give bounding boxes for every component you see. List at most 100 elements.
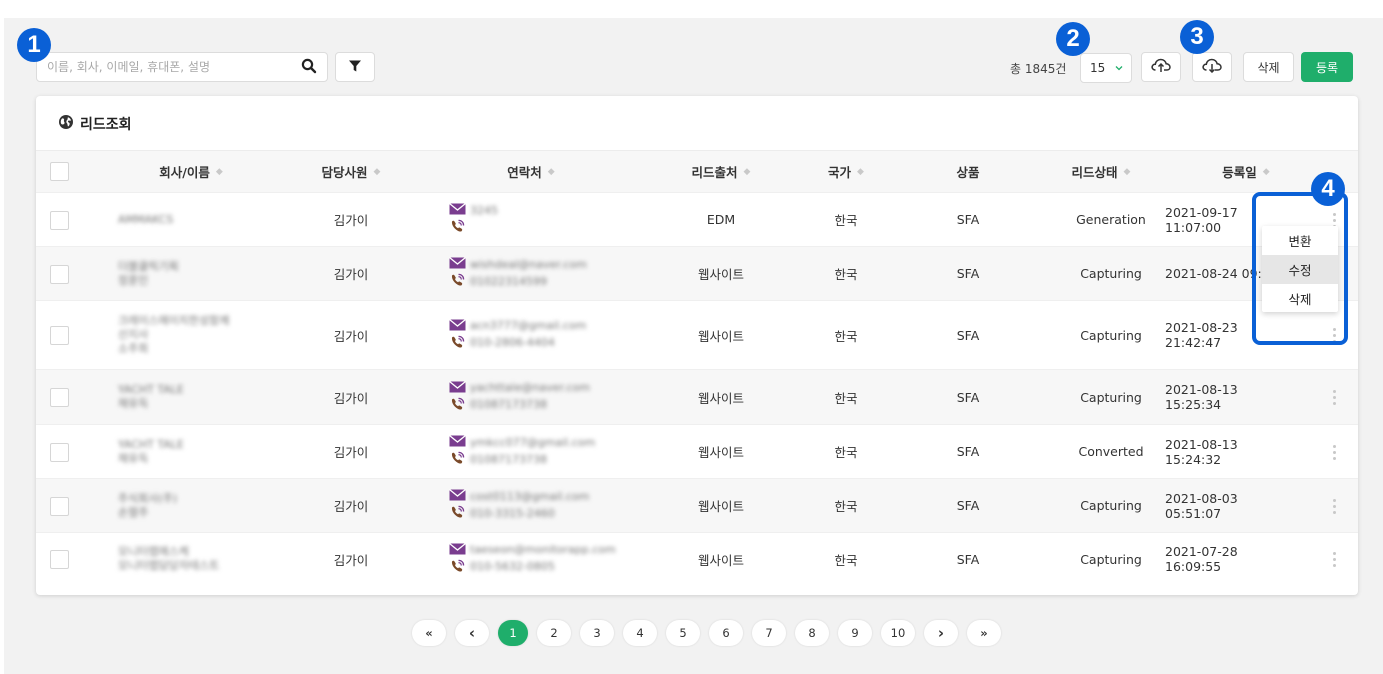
sort-icon: ◆: [743, 166, 751, 177]
table-row[interactable]: 크레이스에이치한성함께 산지사 소주희 김가이 acn3777@gmail.com 0…: [36, 300, 1358, 369]
page-button-10[interactable]: 10: [881, 620, 915, 646]
phone-icon: [449, 273, 466, 290]
row-checkbox[interactable]: [50, 442, 69, 462]
email-line: cost0113@gmail.com: [449, 488, 589, 504]
page-button-1[interactable]: 1: [498, 620, 528, 646]
download-button[interactable]: [1192, 52, 1232, 82]
row-checkbox[interactable]: [50, 388, 69, 407]
source-cell: 웹사이트: [661, 247, 781, 300]
email-text[interactable]: wishdeal@naver.com: [470, 258, 587, 272]
menu-item-edit[interactable]: 수정: [1262, 255, 1338, 284]
prev-page-button[interactable]: ‹: [455, 620, 489, 646]
email-text[interactable]: ymkcc077@gmail.com: [470, 436, 595, 450]
page-button-5[interactable]: 5: [666, 620, 700, 646]
delete-button[interactable]: 삭제: [1243, 52, 1294, 82]
phone-text[interactable]: 010-5632-0805: [470, 560, 555, 574]
country-cell: 한국: [796, 533, 896, 585]
pagination: « ‹ 1 2 3 4 5 6 7 8 9 10 › »: [412, 620, 1001, 646]
contact-cell: ymkcc077@gmail.com 01087173738: [449, 425, 595, 478]
next-page-button[interactable]: ›: [924, 620, 958, 646]
country-cell-text: 한국: [834, 328, 858, 344]
lead-list-card: 리드조회 회사/이름 ◆ 담당사원 ◆ 연락처 ◆ 리드출처 ◆ 국가 ◆ 상품 리드상태…: [36, 96, 1358, 595]
email-text[interactable]: 3245: [470, 204, 498, 218]
row-checkbox[interactable]: [50, 210, 69, 230]
email-text[interactable]: taeseon@monitorapp.com: [470, 543, 616, 557]
menu-item-convert[interactable]: 변환: [1262, 226, 1338, 255]
column-header-product: 상품: [956, 165, 980, 180]
phone-text[interactable]: 01087173738: [470, 453, 547, 467]
card-title-text: 리드조회: [80, 117, 132, 133]
row-checkbox[interactable]: [50, 550, 69, 569]
phone-line: 010-3315-2460: [449, 505, 589, 522]
product-cell-text: SFA: [956, 266, 980, 281]
page-button-4[interactable]: 4: [623, 620, 657, 646]
owner-cell-text: 김가이: [333, 213, 369, 228]
page-button-7[interactable]: 7: [752, 620, 786, 646]
column-header-owner[interactable]: 담당사원 ◆: [286, 151, 416, 192]
page-button-3[interactable]: 3: [580, 620, 614, 646]
email-line: taeseon@monitorapp.com: [449, 542, 616, 558]
column-header-country[interactable]: 국가 ◆: [796, 151, 896, 192]
contact-cell: taeseon@monitorapp.com 010-5632-0805: [449, 533, 616, 585]
company-name-cell[interactable]: 크레이스에이치한성함께 산지사 소주희: [118, 301, 298, 369]
phone-text[interactable]: 01087173738: [470, 398, 547, 412]
callout-badge-1: 1: [17, 28, 51, 62]
more-options-icon[interactable]: [1332, 390, 1336, 405]
page-button-9[interactable]: 9: [838, 620, 872, 646]
more-options-icon[interactable]: [1332, 552, 1336, 567]
page-button-6[interactable]: 6: [709, 620, 743, 646]
contact-cell: cost0113@gmail.com 010-3315-2460: [449, 479, 589, 532]
page-button-2[interactable]: 2: [537, 620, 571, 646]
phone-text[interactable]: 010-2806-4404: [470, 336, 555, 350]
company-name-cell[interactable]: AMMAKCS: [118, 193, 298, 246]
page-button-8[interactable]: 8: [795, 620, 829, 646]
filter-button[interactable]: [335, 52, 375, 82]
last-page-button[interactable]: »: [967, 620, 1001, 646]
table-row[interactable]: 더블클릭기획 정훈민 김가이 wishdeal@naver.com 010223145…: [36, 246, 1358, 300]
register-button[interactable]: 등록: [1301, 52, 1353, 82]
phone-text[interactable]: 010-3315-2460: [470, 507, 555, 521]
company-name-cell[interactable]: 모니터랩에스케 모니터랩담당자테스트: [118, 533, 298, 585]
email-text[interactable]: acn3777@gmail.com: [470, 319, 586, 333]
more-options-icon[interactable]: [1332, 444, 1336, 460]
company-name-cell[interactable]: 주식회사(주) 손렬주: [118, 479, 298, 532]
status-cell: Capturing: [1046, 247, 1176, 300]
select-all-checkbox[interactable]: [50, 162, 69, 181]
column-header-date[interactable]: 등록일 ◆: [1176, 151, 1316, 192]
column-header-status[interactable]: 리드상태 ◆: [1036, 151, 1166, 192]
column-header-company[interactable]: 회사/이름 ◆: [96, 151, 286, 192]
product-cell: SFA: [928, 425, 1008, 478]
sort-icon: ◆: [857, 166, 864, 177]
page-size-select[interactable]: 15: [1080, 53, 1132, 83]
column-header-contact[interactable]: 연락처 ◆: [466, 151, 596, 192]
menu-item-delete[interactable]: 삭제: [1262, 284, 1338, 313]
company-name-cell[interactable]: 더블클릭기획 정훈민: [118, 247, 298, 300]
row-checkbox[interactable]: [50, 264, 69, 284]
table-row[interactable]: AMMAKCS 김가이 3245 EDM 한국 SFA Generation 2021-09-…: [36, 192, 1358, 246]
email-text[interactable]: yachttale@naver.com: [470, 381, 590, 395]
cloud-download-icon: [1201, 57, 1223, 77]
phone-text[interactable]: 01022314599: [470, 275, 547, 289]
date-text: 2021-08-24 09:: [1165, 266, 1262, 281]
search-input[interactable]: [37, 53, 293, 81]
row-checkbox[interactable]: [50, 326, 69, 345]
owner-cell: 김가이: [286, 425, 416, 478]
owner-cell: 김가이: [286, 533, 416, 585]
email-text[interactable]: cost0113@gmail.com: [470, 490, 589, 504]
mail-icon: [449, 434, 466, 450]
table-row[interactable]: YACHT TALE 채유득 김가이 yachttale@naver.com 0108…: [36, 369, 1358, 424]
status-cell-text: Capturing: [1080, 327, 1142, 343]
table-row[interactable]: YACHT TALE 채유득 김가이 ymkcc077@gmail.com 01087…: [36, 424, 1358, 478]
upload-button[interactable]: [1141, 52, 1181, 82]
table-row[interactable]: 모니터랩에스케 모니터랩담당자테스트 김가이 taeseon@monitorapp.…: [36, 532, 1358, 585]
more-options-icon[interactable]: [1332, 498, 1336, 514]
company-name-cell[interactable]: YACHT TALE 채유득: [118, 425, 298, 478]
search-icon[interactable]: [301, 58, 319, 76]
company-name-cell[interactable]: YACHT TALE 채유득: [118, 370, 298, 424]
row-checkbox[interactable]: [50, 496, 69, 516]
date-text: 2021-08-13 15:24:32: [1165, 436, 1238, 467]
column-header-source[interactable]: 리드출처 ◆: [661, 151, 781, 192]
table-row[interactable]: 주식회사(주) 손렬주 김가이 cost0113@gmail.com 010-3315…: [36, 478, 1358, 532]
first-page-button[interactable]: «: [412, 620, 446, 646]
product-cell: SFA: [928, 193, 1008, 246]
